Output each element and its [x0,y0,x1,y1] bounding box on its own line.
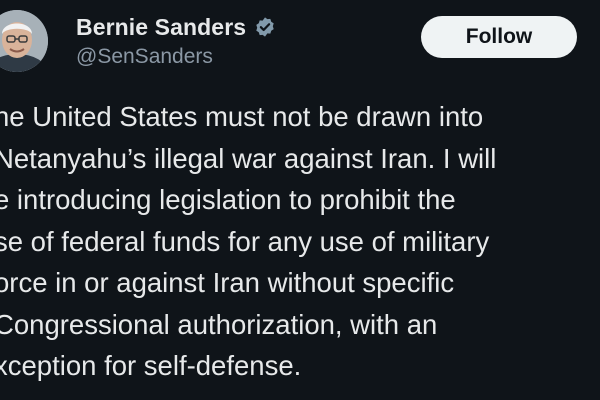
tweet-line: se of federal funds for any use of milit… [0,225,490,257]
tweet-line: orce in or against Iran without specific [0,267,455,298]
author-info: Bernie Sanders @SenSanders [76,12,276,69]
follow-button[interactable]: Follow [421,16,577,58]
verified-badge-icon [254,16,276,38]
avatar[interactable] [0,10,48,72]
tweet-line: Netanyahu’s illegal war against Iran. I … [0,142,497,174]
tweet-line: xception for self-defense. [0,350,302,381]
tweet-line: he United States must not be drawn into [0,101,484,132]
avatar-photo [0,10,48,72]
tweet-line: e introducing legislation to prohibit th… [0,184,456,215]
tweet-line: Congressional authorization, with an [0,308,438,340]
tweet-text: he United States must not be drawn into … [0,96,600,387]
user-handle[interactable]: @SenSanders [76,45,276,69]
tweet-card: Bernie Sanders @SenSanders Follow he Uni… [0,0,600,400]
name-row: Bernie Sanders [76,12,276,42]
display-name[interactable]: Bernie Sanders [76,14,246,41]
